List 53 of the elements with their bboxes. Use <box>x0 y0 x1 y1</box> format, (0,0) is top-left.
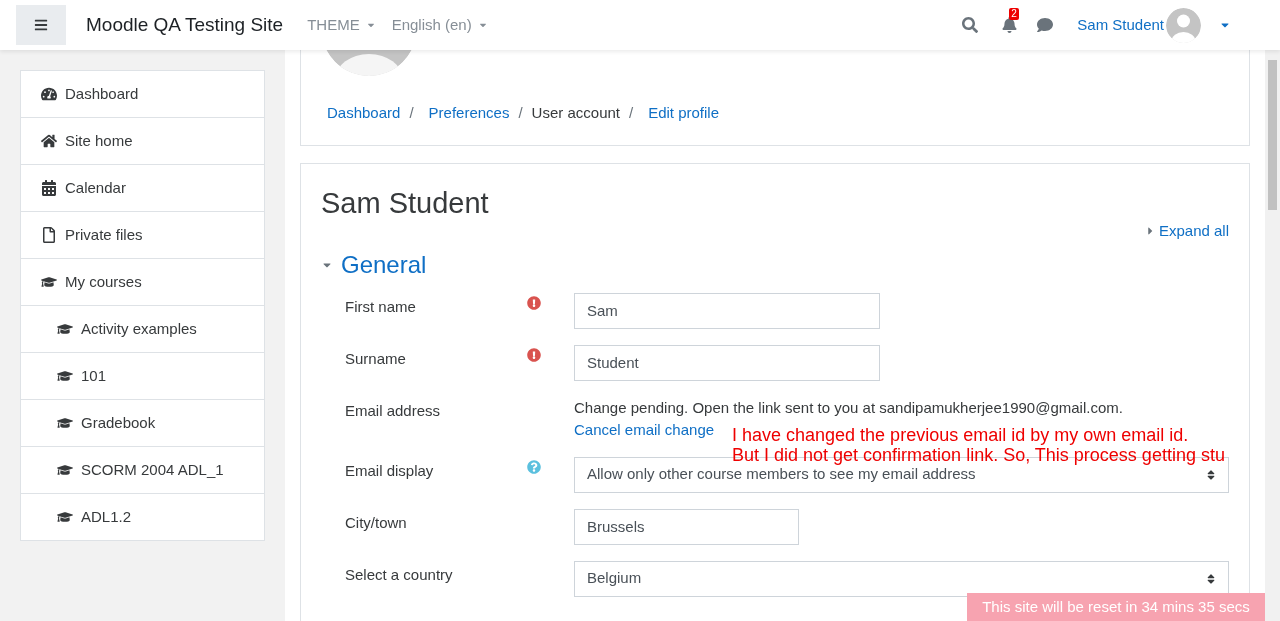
user-name[interactable]: Sam Student <box>1077 13 1164 37</box>
field-label: Email address <box>345 401 441 419</box>
reset-notice: This site will be reset in 34 mins 35 secs <box>967 593 1265 621</box>
sidebar-item[interactable]: Activity examples <box>21 306 264 353</box>
dashboard-icon <box>41 86 57 102</box>
section-header[interactable]: General <box>321 246 427 283</box>
breadcrumb-item[interactable]: Dashboard <box>327 102 401 125</box>
calendar-icon <box>41 180 57 196</box>
sidebar-item[interactable]: Dashboard <box>21 71 264 118</box>
cancel-email-change-link[interactable]: Cancel email change <box>574 420 715 438</box>
sidebar-item[interactable]: Calendar <box>21 165 264 212</box>
text-field[interactable]: Sam <box>574 292 880 329</box>
sidebar-item[interactable]: Site home <box>21 118 264 165</box>
field-label: Select a country <box>345 565 453 583</box>
page-title: Sam Student <box>321 186 490 220</box>
breadcrumb-separator: / <box>518 103 523 123</box>
text-field[interactable]: Student <box>574 344 880 381</box>
home-icon <box>41 133 57 149</box>
field-label: Surname <box>345 349 406 367</box>
breadcrumb-item: User account <box>531 103 620 123</box>
text-field[interactable]: Brussels <box>574 508 799 545</box>
chat-icon[interactable] <box>1037 17 1054 33</box>
email-pending-text: Change pending. Open the link sent to you at sandipamukherjee1990@gmail.com. <box>574 397 1123 418</box>
sidebar-item[interactable]: My courses <box>21 259 264 306</box>
graduation-cap-icon <box>57 368 73 384</box>
graduation-cap-icon <box>57 415 73 431</box>
search-icon[interactable] <box>962 17 979 33</box>
notification-badge: 2 <box>1009 8 1019 20</box>
sidebar-item[interactable]: ADL1.2 <box>21 494 264 541</box>
sidebar-item[interactable]: Gradebook <box>21 400 264 447</box>
graduation-cap-icon <box>57 509 73 525</box>
sort-icon <box>1206 468 1216 481</box>
sort-icon <box>1206 572 1216 585</box>
menu-icon <box>34 18 48 32</box>
graduation-cap-icon <box>57 321 73 337</box>
field-label: City/town <box>345 513 407 531</box>
field-label: Email display <box>345 461 434 479</box>
breadcrumb-separator: / <box>409 103 414 123</box>
sidebar-item[interactable]: 101 <box>21 353 264 400</box>
breadcrumb-separator: / <box>629 103 634 123</box>
scrollbar[interactable] <box>1265 50 1280 621</box>
site-name[interactable]: Moodle QA Testing Site <box>86 10 284 40</box>
breadcrumb-item[interactable]: Edit profile <box>648 102 720 125</box>
graduation-cap-icon <box>57 462 73 478</box>
expand-all-link[interactable]: Expand all <box>1145 220 1229 243</box>
bell-icon[interactable] <box>1002 17 1018 33</box>
field-label: First name <box>345 297 416 315</box>
sidebar-item[interactable]: Private files <box>21 212 264 259</box>
graduation-cap-icon <box>41 274 57 290</box>
breadcrumb-item[interactable]: Preferences <box>428 102 510 125</box>
sidebar-item[interactable]: SCORM 2004 ADL_1 <box>21 447 264 494</box>
menu-button[interactable] <box>16 5 66 45</box>
file-icon <box>41 227 57 243</box>
